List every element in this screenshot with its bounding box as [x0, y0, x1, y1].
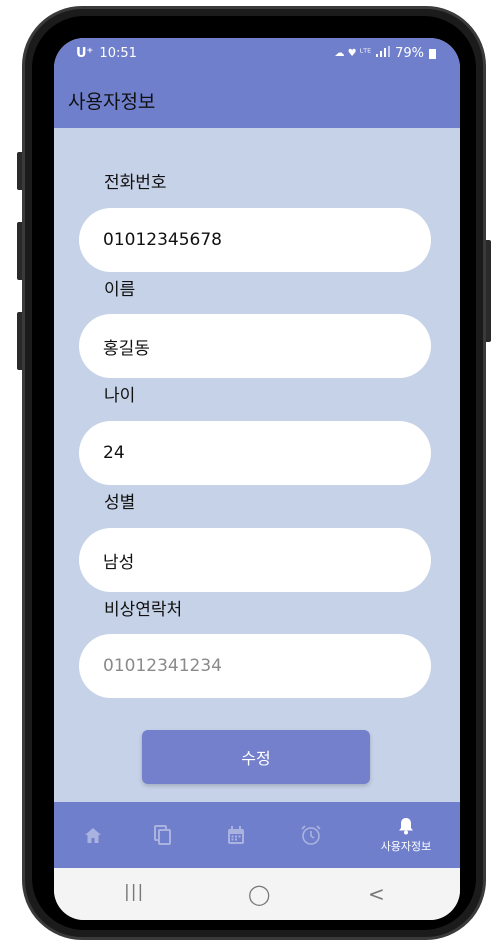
name-label: 이름 [104, 280, 136, 300]
page-title: 사용자정보 [68, 91, 156, 113]
phone-input[interactable] [79, 208, 431, 272]
home-button[interactable]: ◯ [248, 882, 270, 906]
edit-submit-button[interactable]: 수정 [142, 730, 370, 784]
calendar-icon [228, 825, 244, 844]
alarm-icon [301, 825, 321, 845]
status-indicators: ☁ ♥ ᴸᵀᴱ [334, 48, 372, 59]
status-time: 10:51 [99, 46, 137, 61]
home-icon [85, 827, 101, 843]
phone-label: 전화번호 [104, 173, 167, 193]
bottom-navigation: 사용자정보 [54, 802, 460, 868]
age-input[interactable] [79, 421, 431, 485]
emergency-contact-input[interactable] [79, 634, 431, 698]
copy-icon [154, 825, 171, 845]
phone-frame: U⁺ 10:51 ☁ ♥ ᴸᵀᴱ 79% 사용자정보 전화번호 01012345… [0, 0, 491, 944]
nav-user-info[interactable]: 사용자정보 [366, 802, 446, 868]
nav-alarm[interactable] [286, 802, 336, 868]
recents-button[interactable]: ||| [124, 882, 144, 902]
nav-calendar[interactable] [211, 802, 261, 868]
system-navigation-bar: ||| ◯ < [54, 868, 460, 920]
name-input[interactable] [79, 314, 431, 378]
nav-copy[interactable] [138, 802, 188, 868]
nav-user-info-label: 사용자정보 [380, 839, 432, 853]
battery-percent: 79% [395, 46, 424, 61]
app-header: U⁺ 10:51 ☁ ♥ ᴸᵀᴱ 79% 사용자정보 [54, 38, 460, 128]
carrier-label: U⁺ [76, 46, 94, 61]
nav-home[interactable] [68, 802, 118, 868]
gender-label: 성별 [104, 493, 136, 513]
emergency-contact-label: 비상연락처 [104, 600, 183, 620]
bell-icon [399, 817, 413, 834]
back-button[interactable]: < [368, 882, 385, 906]
gender-input[interactable] [79, 528, 431, 592]
signal-icon [376, 46, 391, 61]
age-label: 나이 [104, 386, 136, 406]
status-bar: U⁺ 10:51 ☁ ♥ ᴸᵀᴱ 79% [54, 38, 460, 68]
battery-icon [429, 48, 436, 59]
device-screen: U⁺ 10:51 ☁ ♥ ᴸᵀᴱ 79% 사용자정보 전화번호 01012345… [54, 38, 460, 920]
